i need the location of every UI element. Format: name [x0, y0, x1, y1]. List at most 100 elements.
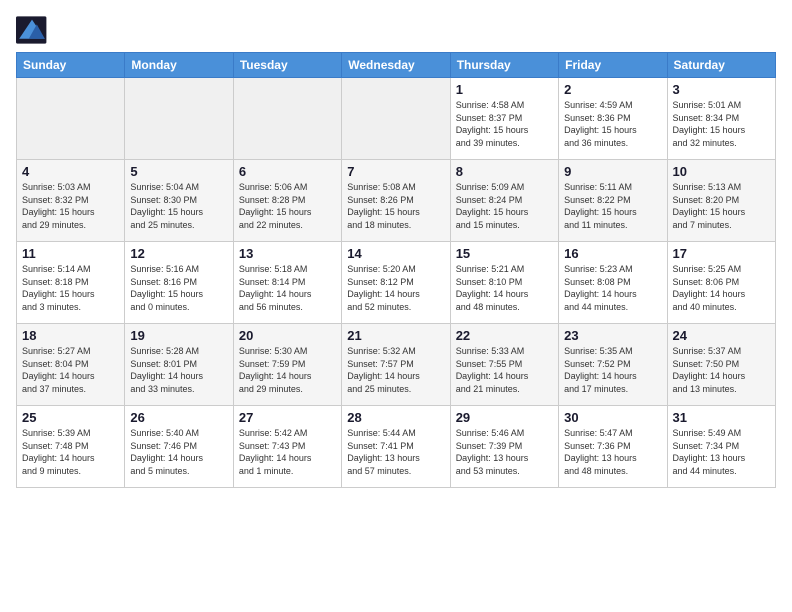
day-number: 19 — [130, 328, 227, 343]
day-info: Sunrise: 4:59 AM Sunset: 8:36 PM Dayligh… — [564, 99, 661, 149]
day-info: Sunrise: 5:47 AM Sunset: 7:36 PM Dayligh… — [564, 427, 661, 477]
calendar-cell: 20 Sunrise: 5:30 AM Sunset: 7:59 PM Dayli… — [233, 324, 341, 406]
day-info: Sunrise: 5:35 AM Sunset: 7:52 PM Dayligh… — [564, 345, 661, 395]
day-number: 10 — [673, 164, 770, 179]
calendar-cell: 21 Sunrise: 5:32 AM Sunset: 7:57 PM Dayli… — [342, 324, 450, 406]
calendar-cell: 6 Sunrise: 5:06 AM Sunset: 8:28 PM Daylig… — [233, 160, 341, 242]
day-info: Sunrise: 5:40 AM Sunset: 7:46 PM Dayligh… — [130, 427, 227, 477]
calendar-cell: 16 Sunrise: 5:23 AM Sunset: 8:08 PM Dayli… — [559, 242, 667, 324]
day-info: Sunrise: 5:32 AM Sunset: 7:57 PM Dayligh… — [347, 345, 444, 395]
weekday-header-sunday: Sunday — [17, 53, 125, 78]
day-info: Sunrise: 5:08 AM Sunset: 8:26 PM Dayligh… — [347, 181, 444, 231]
day-info: Sunrise: 5:33 AM Sunset: 7:55 PM Dayligh… — [456, 345, 553, 395]
day-info: Sunrise: 5:09 AM Sunset: 8:24 PM Dayligh… — [456, 181, 553, 231]
calendar-table: SundayMondayTuesdayWednesdayThursdayFrid… — [16, 52, 776, 488]
calendar-cell: 18 Sunrise: 5:27 AM Sunset: 8:04 PM Dayli… — [17, 324, 125, 406]
day-info: Sunrise: 4:58 AM Sunset: 8:37 PM Dayligh… — [456, 99, 553, 149]
calendar-week-2: 4 Sunrise: 5:03 AM Sunset: 8:32 PM Daylig… — [17, 160, 776, 242]
day-info: Sunrise: 5:06 AM Sunset: 8:28 PM Dayligh… — [239, 181, 336, 231]
day-number: 4 — [22, 164, 119, 179]
calendar-cell: 9 Sunrise: 5:11 AM Sunset: 8:22 PM Daylig… — [559, 160, 667, 242]
day-info: Sunrise: 5:20 AM Sunset: 8:12 PM Dayligh… — [347, 263, 444, 313]
day-number: 29 — [456, 410, 553, 425]
calendar-cell: 24Sunrise: 5:37 AM Sunset: 7:50 PM Dayli… — [667, 324, 775, 406]
day-info: Sunrise: 5:16 AM Sunset: 8:16 PM Dayligh… — [130, 263, 227, 313]
calendar-week-5: 25 Sunrise: 5:39 AM Sunset: 7:48 PM Dayli… — [17, 406, 776, 488]
day-number: 21 — [347, 328, 444, 343]
calendar-cell: 23 Sunrise: 5:35 AM Sunset: 7:52 PM Dayli… — [559, 324, 667, 406]
day-number: 25 — [22, 410, 119, 425]
day-number: 14 — [347, 246, 444, 261]
logo — [16, 16, 54, 44]
day-number: 30 — [564, 410, 661, 425]
day-number: 12 — [130, 246, 227, 261]
day-number: 11 — [22, 246, 119, 261]
day-info: Sunrise: 5:39 AM Sunset: 7:48 PM Dayligh… — [22, 427, 119, 477]
day-number: 3 — [673, 82, 770, 97]
day-info: Sunrise: 5:28 AM Sunset: 8:01 PM Dayligh… — [130, 345, 227, 395]
calendar-cell: 19 Sunrise: 5:28 AM Sunset: 8:01 PM Dayli… — [125, 324, 233, 406]
calendar-cell: 30 Sunrise: 5:47 AM Sunset: 7:36 PM Dayli… — [559, 406, 667, 488]
calendar-cell: 11 Sunrise: 5:14 AM Sunset: 8:18 PM Dayli… — [17, 242, 125, 324]
day-info: Sunrise: 5:23 AM Sunset: 8:08 PM Dayligh… — [564, 263, 661, 313]
day-info: Sunrise: 5:04 AM Sunset: 8:30 PM Dayligh… — [130, 181, 227, 231]
day-number: 22 — [456, 328, 553, 343]
calendar-cell: 14 Sunrise: 5:20 AM Sunset: 8:12 PM Dayli… — [342, 242, 450, 324]
day-info: Sunrise: 5:44 AM Sunset: 7:41 PM Dayligh… — [347, 427, 444, 477]
page-header — [16, 16, 776, 44]
day-number: 20 — [239, 328, 336, 343]
day-number: 8 — [456, 164, 553, 179]
calendar-cell: 26 Sunrise: 5:40 AM Sunset: 7:46 PM Dayli… — [125, 406, 233, 488]
day-number: 13 — [239, 246, 336, 261]
weekday-header-thursday: Thursday — [450, 53, 558, 78]
day-number: 18 — [22, 328, 119, 343]
day-number: 2 — [564, 82, 661, 97]
calendar-cell: 29Sunrise: 5:46 AM Sunset: 7:39 PM Dayli… — [450, 406, 558, 488]
day-info: Sunrise: 5:25 AM Sunset: 8:06 PM Dayligh… — [673, 263, 770, 313]
logo-icon — [16, 16, 48, 44]
day-info: Sunrise: 5:01 AM Sunset: 8:34 PM Dayligh… — [673, 99, 770, 149]
calendar-cell: 8 Sunrise: 5:09 AM Sunset: 8:24 PM Daylig… — [450, 160, 558, 242]
calendar-cell: 15 Sunrise: 5:21 AM Sunset: 8:10 PM Dayli… — [450, 242, 558, 324]
day-info: Sunrise: 5:11 AM Sunset: 8:22 PM Dayligh… — [564, 181, 661, 231]
day-info: Sunrise: 5:18 AM Sunset: 8:14 PM Dayligh… — [239, 263, 336, 313]
day-number: 26 — [130, 410, 227, 425]
day-info: Sunrise: 5:49 AM Sunset: 7:34 PM Dayligh… — [673, 427, 770, 477]
calendar-cell: 7 Sunrise: 5:08 AM Sunset: 8:26 PM Daylig… — [342, 160, 450, 242]
day-info: Sunrise: 5:42 AM Sunset: 7:43 PM Dayligh… — [239, 427, 336, 477]
calendar-cell: 28Sunrise: 5:44 AM Sunset: 7:41 PM Dayli… — [342, 406, 450, 488]
calendar-cell — [342, 78, 450, 160]
day-number: 5 — [130, 164, 227, 179]
day-info: Sunrise: 5:30 AM Sunset: 7:59 PM Dayligh… — [239, 345, 336, 395]
day-number: 6 — [239, 164, 336, 179]
calendar-cell: 10Sunrise: 5:13 AM Sunset: 8:20 PM Dayli… — [667, 160, 775, 242]
day-number: 9 — [564, 164, 661, 179]
day-number: 23 — [564, 328, 661, 343]
calendar-week-4: 18 Sunrise: 5:27 AM Sunset: 8:04 PM Dayli… — [17, 324, 776, 406]
weekday-header-wednesday: Wednesday — [342, 53, 450, 78]
day-info: Sunrise: 5:03 AM Sunset: 8:32 PM Dayligh… — [22, 181, 119, 231]
calendar-cell: 5 Sunrise: 5:04 AM Sunset: 8:30 PM Daylig… — [125, 160, 233, 242]
day-info: Sunrise: 5:14 AM Sunset: 8:18 PM Dayligh… — [22, 263, 119, 313]
day-number: 7 — [347, 164, 444, 179]
day-number: 16 — [564, 246, 661, 261]
day-info: Sunrise: 5:21 AM Sunset: 8:10 PM Dayligh… — [456, 263, 553, 313]
calendar-cell: 22 Sunrise: 5:33 AM Sunset: 7:55 PM Dayli… — [450, 324, 558, 406]
calendar-cell — [125, 78, 233, 160]
day-number: 27 — [239, 410, 336, 425]
day-info: Sunrise: 5:27 AM Sunset: 8:04 PM Dayligh… — [22, 345, 119, 395]
calendar-cell: 3 Sunrise: 5:01 AM Sunset: 8:34 PM Daylig… — [667, 78, 775, 160]
day-number: 31 — [673, 410, 770, 425]
weekday-header-saturday: Saturday — [667, 53, 775, 78]
day-number: 15 — [456, 246, 553, 261]
day-info: Sunrise: 5:37 AM Sunset: 7:50 PM Dayligh… — [673, 345, 770, 395]
calendar-week-1: 1 Sunrise: 4:58 AM Sunset: 8:37 PM Daylig… — [17, 78, 776, 160]
calendar-cell: 27 Sunrise: 5:42 AM Sunset: 7:43 PM Dayli… — [233, 406, 341, 488]
calendar-cell: 13 Sunrise: 5:18 AM Sunset: 8:14 PM Dayli… — [233, 242, 341, 324]
calendar-week-3: 11 Sunrise: 5:14 AM Sunset: 8:18 PM Dayli… — [17, 242, 776, 324]
day-number: 1 — [456, 82, 553, 97]
weekday-header-row: SundayMondayTuesdayWednesdayThursdayFrid… — [17, 53, 776, 78]
weekday-header-monday: Monday — [125, 53, 233, 78]
calendar-cell: 17Sunrise: 5:25 AM Sunset: 8:06 PM Dayli… — [667, 242, 775, 324]
calendar-cell: 31 Sunrise: 5:49 AM Sunset: 7:34 PM Dayli… — [667, 406, 775, 488]
